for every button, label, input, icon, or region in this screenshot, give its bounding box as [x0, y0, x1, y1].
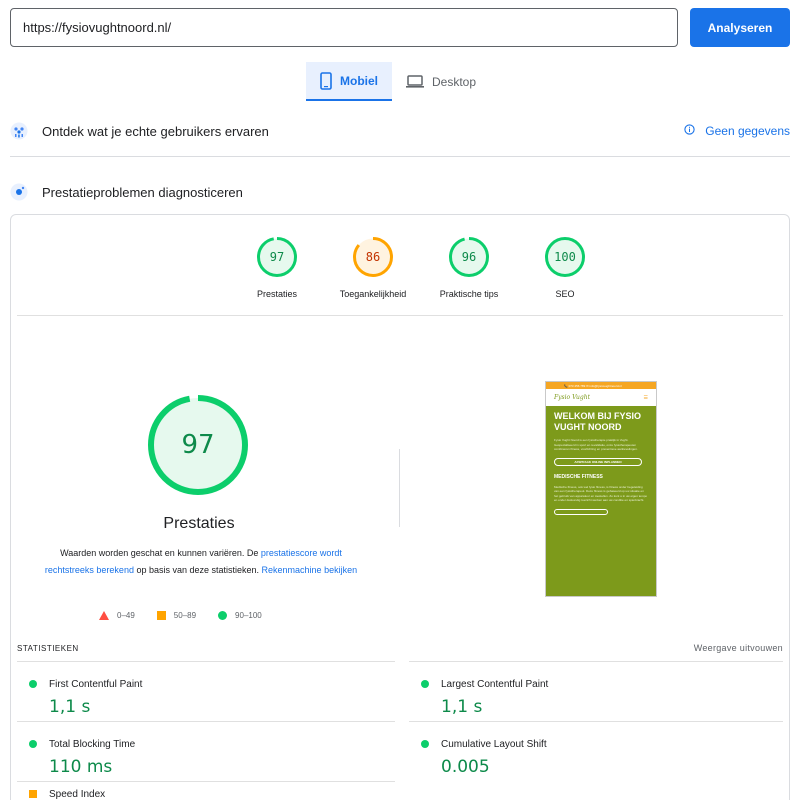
- screenshot-subheading: MEDISCHE FITNESS: [554, 473, 603, 480]
- average-square-icon: [29, 790, 37, 798]
- lab-data-section: Prestatieproblemen diagnosticeren: [10, 179, 790, 205]
- tab-desktop[interactable]: Desktop: [392, 62, 490, 101]
- url-input[interactable]: [10, 8, 678, 47]
- gauge-label: Toegankelijkheid: [339, 289, 407, 299]
- screenshot-logo: Fysio Vught: [554, 394, 590, 401]
- metric-value: 110 ms: [49, 757, 113, 777]
- desc-text: op basis van deze statistieken.: [133, 565, 262, 575]
- metric-value: 1,1 s: [441, 697, 483, 717]
- score-legend: 0–49 50–89 90–100: [99, 611, 262, 620]
- gauge-score: 96: [461, 250, 477, 264]
- gauge-score: 97: [269, 250, 285, 264]
- metric-name: Largest Contentful Paint: [441, 679, 549, 690]
- screenshot-text: Fysio Vught Noord is een fysiotherapie p…: [554, 438, 638, 451]
- tab-desktop-label: Desktop: [432, 74, 477, 89]
- vertical-divider: [399, 449, 400, 527]
- stats-title: STATISTIEKEN: [17, 643, 79, 653]
- metric-value: 0.005: [441, 757, 490, 777]
- legend-label: 0–49: [117, 611, 135, 620]
- pass-dot-icon: [421, 680, 429, 688]
- performance-title: Prestaties: [163, 515, 235, 532]
- analyze-button[interactable]: Analyseren: [690, 8, 790, 47]
- divider: [17, 661, 395, 662]
- page-screenshot[interactable]: 📞 073 456 789 ✉ info@fysiovughtnoord.nl …: [545, 381, 657, 597]
- metric-speed-index: Speed Index: [17, 775, 377, 800]
- metric-value: 1,1 s: [49, 697, 91, 717]
- divider: [10, 156, 790, 157]
- mobile-icon: [320, 71, 332, 90]
- performance-description: Waarden worden geschat en kunnen variëre…: [41, 545, 361, 579]
- gauge-accessibility[interactable]: 86 Toegankelijkheid: [325, 237, 421, 299]
- desktop-icon: [406, 74, 424, 89]
- divider: [409, 661, 783, 662]
- screenshot-topbar: 📞 073 456 789 ✉ info@fysiovughtnoord.nl: [546, 382, 656, 389]
- metric-name: Total Blocking Time: [49, 739, 136, 750]
- pass-dot-icon: [29, 680, 37, 688]
- info-icon: [684, 124, 695, 138]
- divider: [17, 315, 783, 316]
- metric-fcp: First Contentful Paint 1,1 s: [17, 665, 377, 723]
- metric-cls: Cumulative Layout Shift 0.005: [409, 725, 769, 783]
- tab-mobile-label: Mobiel: [340, 73, 378, 88]
- desc-text: Waarden worden geschat en kunnen variëre…: [60, 548, 261, 558]
- lab-flask-icon: [10, 183, 28, 201]
- field-data-status[interactable]: Geen gegevens: [684, 124, 790, 138]
- legend-label: 50–89: [173, 611, 197, 620]
- gauge-label: SEO: [555, 289, 575, 299]
- legend-label: 90–100: [235, 611, 262, 620]
- gauge-label: Praktische tips: [439, 289, 499, 299]
- circle-icon: [218, 611, 228, 620]
- metric-lcp: Largest Contentful Paint 1,1 s: [409, 665, 769, 723]
- legend-fail: 0–49: [99, 611, 135, 620]
- url-bar: Analyseren: [10, 8, 790, 48]
- field-data-title: Ontdek wat je echte gebruikers ervaren: [42, 123, 269, 139]
- metric-name: Speed Index: [49, 789, 106, 800]
- screenshot-subtext: Medische fitness, ook wel fysio fitness,…: [554, 484, 648, 503]
- performance-score: 97: [181, 430, 215, 460]
- report-card: 97 Prestaties 86 Toegankelijkheid 96 Pra…: [10, 214, 790, 800]
- users-icon: [10, 122, 28, 140]
- menu-icon: ☰: [643, 394, 648, 401]
- gauge-label: Prestaties: [256, 289, 298, 299]
- gauge-score: 86: [365, 250, 381, 264]
- lab-data-title: Prestatieproblemen diagnosticeren: [42, 184, 243, 200]
- stats-header: STATISTIEKEN Weergave uitvouwen: [17, 637, 783, 659]
- legend-pass: 90–100: [218, 611, 262, 620]
- screenshot-nav: Fysio Vught ☰: [546, 389, 656, 406]
- device-tabs: Mobiel Desktop: [306, 62, 490, 101]
- gauge-performance[interactable]: 97 Prestaties: [229, 237, 325, 299]
- screenshot-hero: WELKOM BIJ FYSIO VUGHT NOORD Fysio Vught…: [546, 406, 656, 596]
- divider: [17, 721, 395, 722]
- screenshot-button: AFSPRAAK ONLINE INPLANNEN: [554, 457, 642, 466]
- pass-dot-icon: [421, 740, 429, 748]
- category-gauges: 97 Prestaties 86 Toegankelijkheid 96 Pra…: [229, 237, 613, 299]
- expand-view-toggle[interactable]: Weergave uitvouwen: [694, 643, 783, 653]
- legend-average: 50–89: [156, 611, 197, 620]
- pass-dot-icon: [29, 740, 37, 748]
- tab-mobile[interactable]: Mobiel: [306, 62, 392, 101]
- screenshot-heading: WELKOM BIJ FYSIO VUGHT NOORD: [554, 411, 642, 432]
- calculator-link[interactable]: Rekenmachine bekijken: [262, 565, 358, 575]
- screenshot-button: [554, 508, 608, 515]
- metric-name: Cumulative Layout Shift: [441, 739, 547, 750]
- gauge-seo[interactable]: 100 SEO: [517, 237, 613, 299]
- field-data-status-text: Geen gegevens: [705, 124, 790, 138]
- divider: [409, 721, 783, 722]
- performance-big-gauge: 97: [148, 395, 248, 495]
- field-data-section: Ontdek wat je echte gebruikers ervaren G…: [10, 118, 790, 144]
- gauge-score: 100: [554, 250, 576, 264]
- triangle-icon: [99, 611, 109, 620]
- metric-name: First Contentful Paint: [49, 679, 143, 690]
- square-icon: [156, 611, 166, 620]
- gauge-best-practices[interactable]: 96 Praktische tips: [421, 237, 517, 299]
